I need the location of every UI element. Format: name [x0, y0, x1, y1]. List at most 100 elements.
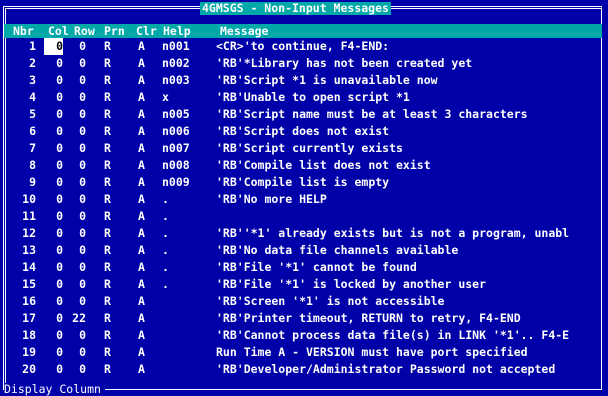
cursor-cell[interactable]: 0 [44, 38, 63, 55]
message-text: 'RB'Script currently exists [216, 141, 403, 155]
col-value[interactable]: 0 [44, 310, 63, 327]
message-text: 'RB'File '*1' is locked by another user [216, 277, 487, 291]
row-number: 11 [22, 209, 36, 223]
clr-value: A [138, 39, 145, 53]
table-row[interactable]: 5 0 0 R An005 'RB'Script name must be at leas… [0, 106, 608, 123]
row-number: 4 [29, 90, 36, 104]
row-value: 0 [79, 345, 86, 359]
help-code: . [162, 226, 169, 240]
help-code: n009 [162, 175, 190, 189]
col-value[interactable]: 0 [44, 259, 63, 276]
clr-value: A [138, 226, 145, 240]
col-value[interactable]: 0 [44, 361, 63, 378]
column-header-message: Message [220, 24, 269, 38]
table-row[interactable]: 18 0 0 R A 'RB'Cannot process data file(s) in… [0, 327, 608, 344]
col-value[interactable]: 0 [44, 157, 63, 174]
row-value: 0 [79, 294, 86, 308]
table-row[interactable]: 15 0 0 R A. 'RB'File '*1' is locked by anothe… [0, 276, 608, 293]
message-text: 'RB'*Library has not been created yet [216, 56, 473, 70]
col-value[interactable]: 0 [44, 191, 63, 208]
row-number: 9 [29, 175, 36, 189]
row-value: 0 [79, 90, 86, 104]
row-value: 0 [79, 56, 86, 70]
col-value[interactable]: 0 [44, 344, 63, 361]
message-text: 'RB'Script does not exist [216, 124, 390, 138]
col-value[interactable]: 0 [44, 106, 63, 123]
table-row[interactable]: 19 0 0 R A Run Time A - VERSION must have por… [0, 344, 608, 361]
row-number: 20 [22, 362, 36, 376]
clr-value: A [138, 294, 145, 308]
clr-value: A [138, 260, 145, 274]
row-number: 15 [22, 277, 36, 291]
column-header-row: Row [74, 24, 95, 38]
table-row[interactable]: 11 0 0 R A. [0, 208, 608, 225]
help-code: n007 [162, 141, 190, 155]
row-number: 5 [29, 107, 36, 121]
col-value[interactable]: 0 [44, 89, 63, 106]
table-row[interactable]: 2 0 0 R An002 'RB'*Library has not been creat… [0, 55, 608, 72]
prn-value: R [104, 158, 111, 172]
table-row[interactable]: 12 0 0 R A. 'RB''*1' already exists but is no… [0, 225, 608, 242]
table-row[interactable]: 20 0 0 R A 'RB'Developer/Administrator Passwo… [0, 361, 608, 378]
message-text: 'RB'Printer timeout, RETURN to retry, F4… [216, 311, 521, 325]
prn-value: R [104, 345, 111, 359]
prn-value: R [104, 124, 111, 138]
row-value: 0 [79, 141, 86, 155]
col-value[interactable]: 0 [44, 242, 63, 259]
message-text: 'RB'File '*1' cannot be found [216, 260, 417, 274]
help-code: . [162, 209, 169, 223]
message-text: 'RB'Compile list is empty [216, 175, 390, 189]
message-text: 'RB'No more HELP [216, 192, 327, 206]
row-number: 6 [29, 124, 36, 138]
clr-value: A [138, 73, 145, 87]
table-row[interactable]: 4 0 0 R Ax 'RB'Unable to open script *1 [0, 89, 608, 106]
col-value[interactable]: 0 [44, 123, 63, 140]
table-row[interactable]: 14 0 0 R A. 'RB'File '*1' cannot be found [0, 259, 608, 276]
row-value: 0 [79, 226, 86, 240]
col-value[interactable]: 0 [44, 55, 63, 72]
col-value[interactable]: 0 [44, 140, 63, 157]
col-value[interactable]: 0 [44, 225, 63, 242]
clr-value: A [138, 209, 145, 223]
table-row[interactable]: 3 0 0 R An003 'RB'Script *1 is unavailable no… [0, 72, 608, 89]
row-number: 10 [22, 192, 36, 206]
table-row[interactable]: 10 0 0 R A. 'RB'No more HELP [0, 191, 608, 208]
help-code: n003 [162, 73, 190, 87]
col-value[interactable]: 0 [44, 72, 63, 89]
row-number: 1 [29, 39, 36, 53]
row-value: 0 [79, 39, 86, 53]
prn-value: R [104, 243, 111, 257]
prn-value: R [104, 192, 111, 206]
row-value: 0 [79, 107, 86, 121]
clr-value: A [138, 141, 145, 155]
col-value[interactable]: 0 [44, 327, 63, 344]
prn-value: R [104, 209, 111, 223]
table-row[interactable]: 13 0 0 R A. 'RB'No data file channels availab… [0, 242, 608, 259]
prn-value: R [104, 311, 111, 325]
clr-value: A [138, 107, 145, 121]
message-text: Run Time A - VERSION must have port spec… [216, 345, 528, 359]
table-header: Nbr Col Row Prn Clr Help Message [4, 24, 602, 38]
col-value[interactable]: 0 [44, 293, 63, 310]
column-header-col: Col [48, 24, 69, 38]
table-row[interactable]: 1 0 0 R An001 <CR>'to continue, F4-END: [0, 38, 608, 55]
table-row[interactable]: 6 0 0 R An006 'RB'Script does not exist [0, 123, 608, 140]
prn-value: R [104, 90, 111, 104]
table-row[interactable]: 17 0 22 R A 'RB'Printer timeout, RETURN to re… [0, 310, 608, 327]
col-value[interactable]: 0 [44, 208, 63, 225]
message-text: 'RB'Compile list does not exist [216, 158, 431, 172]
message-text: 'RB'Developer/Administrator Password not… [216, 362, 556, 376]
row-number: 18 [22, 328, 36, 342]
col-value[interactable]: 0 [44, 276, 63, 293]
table-row[interactable]: 7 0 0 R An007 'RB'Script currently exists [0, 140, 608, 157]
table-row[interactable]: 16 0 0 R A 'RB'Screen '*1' is not accessible [0, 293, 608, 310]
row-value: 0 [79, 260, 86, 274]
prn-value: R [104, 328, 111, 342]
table-row[interactable]: 9 0 0 R An009 'RB'Compile list is empty [0, 174, 608, 191]
row-number: 14 [22, 260, 36, 274]
table-row[interactable]: 8 0 0 R An008 'RB'Compile list does not exist [0, 157, 608, 174]
help-code: . [162, 243, 169, 257]
message-text: 'RB'Unable to open script *1 [216, 90, 410, 104]
col-value[interactable]: 0 [44, 174, 63, 191]
help-code: n006 [162, 124, 190, 138]
